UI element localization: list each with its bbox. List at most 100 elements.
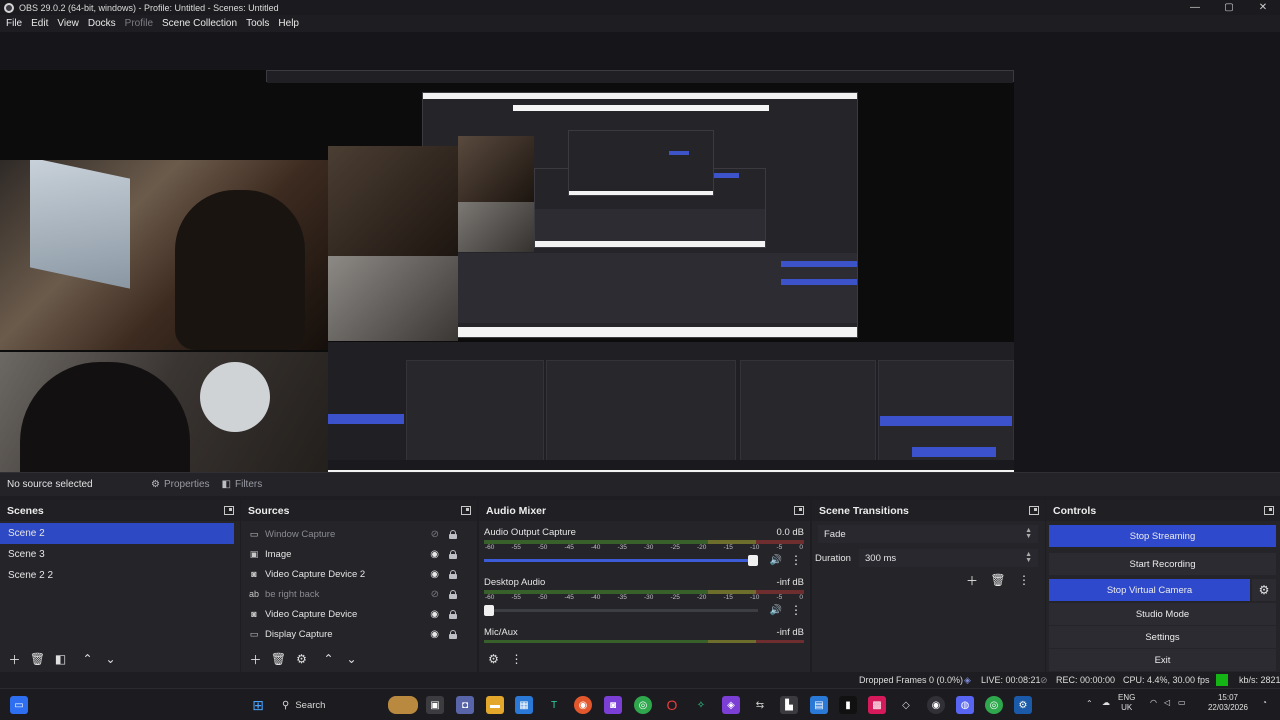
chat-icon[interactable]: ◘ (456, 696, 474, 714)
keyboard-language[interactable]: ENG UK (1118, 693, 1135, 713)
weather-widget-icon[interactable] (388, 696, 418, 714)
store-icon[interactable]: ▦ (515, 696, 533, 714)
onedrive-icon[interactable]: ☁ (1102, 698, 1110, 708)
tray-chevron-icon[interactable]: ⌃ (1086, 699, 1093, 709)
scene-item[interactable]: Scene 2 (0, 523, 234, 544)
task-view-icon[interactable]: ▣ (426, 696, 444, 714)
source-item[interactable]: ▣ Image ◉ (241, 544, 477, 564)
remove-scene-button[interactable]: 🗑 (27, 650, 48, 668)
notification-bell-icon[interactable]: ◔ (1262, 698, 1267, 708)
opera-icon[interactable]: O (663, 696, 681, 714)
clock[interactable]: 15:07 22/03/2026 (1200, 693, 1256, 713)
exit-button[interactable]: Exit (1049, 649, 1276, 671)
source-item[interactable]: ◙ Video Capture Device ◉ (241, 604, 477, 624)
chrome-icon-2[interactable]: ◎ (985, 696, 1003, 714)
source-item[interactable]: ◙ Video Capture Device 2 ◉ (241, 564, 477, 584)
app-pink-icon[interactable]: ▩ (868, 696, 886, 714)
stop-virtual-camera-button[interactable]: Stop Virtual Camera (1049, 579, 1250, 601)
transition-select[interactable]: Fade ▲ ▼ (818, 525, 1038, 543)
channel-menu-icon[interactable]: ⋮ (788, 553, 804, 567)
chrome-icon[interactable]: ◎ (634, 696, 652, 714)
app-diamond-icon[interactable]: ✧ (692, 696, 710, 714)
close-button[interactable]: ✕ (1246, 0, 1280, 15)
lock-icon[interactable] (449, 569, 457, 579)
move-down-button[interactable]: ⌄ (341, 650, 362, 668)
scene-item[interactable]: Scene 2 2 (0, 565, 240, 586)
add-scene-button[interactable]: ＋ (4, 650, 25, 668)
lock-icon[interactable] (449, 629, 457, 639)
app-t-icon[interactable]: T (545, 696, 563, 714)
minimize-button[interactable]: — (1178, 0, 1212, 15)
move-down-button[interactable]: ⌄ (100, 650, 121, 668)
settings-button[interactable]: Settings (1049, 626, 1276, 648)
eye-icon[interactable]: ◉ (430, 609, 439, 620)
filters-button[interactable]: ◧ Filters (216, 476, 269, 494)
properties-button[interactable]: ⚙ Properties (145, 476, 216, 494)
mixer-menu-icon[interactable]: ⋮ (506, 650, 527, 668)
speaker-icon[interactable]: 🔊 (768, 605, 784, 616)
eye-icon[interactable]: ◉ (430, 629, 439, 640)
transition-menu-icon[interactable]: ⋮ (1013, 572, 1035, 588)
scene-filters-button[interactable]: ◧ (50, 650, 71, 668)
steam-icon[interactable]: ⚙ (1014, 696, 1032, 714)
wifi-icon[interactable]: ◠ (1150, 698, 1157, 708)
lock-icon[interactable] (449, 589, 457, 599)
remove-transition-button[interactable]: 🗑 (987, 572, 1009, 588)
eye-icon[interactable]: ◉ (430, 569, 439, 580)
menu-view[interactable]: View (53, 18, 83, 29)
menu-help[interactable]: Help (274, 18, 303, 29)
source-item[interactable]: ▭ Window Capture ⊘ (241, 524, 477, 544)
move-up-button[interactable]: ⌃ (318, 650, 339, 668)
obs-taskbar-icon[interactable]: ◉ (927, 696, 945, 714)
firefox-icon[interactable]: ◉ (574, 696, 592, 714)
volume-slider[interactable] (484, 604, 758, 616)
lock-icon[interactable] (449, 609, 457, 619)
app-box-icon[interactable]: ▙ (780, 696, 798, 714)
volume-slider[interactable] (484, 554, 758, 566)
duration-input[interactable]: 300 ms ▲ ▼ (859, 549, 1038, 567)
scene-item[interactable]: Scene 3 (0, 544, 240, 565)
channel-menu-icon[interactable]: ⋮ (788, 603, 804, 617)
studio-mode-button[interactable]: Studio Mode (1049, 603, 1276, 625)
app-blue-icon[interactable]: ▤ (810, 696, 828, 714)
visibility-hidden-icon[interactable]: ⊘ (431, 529, 439, 540)
add-transition-button[interactable]: ＋ (961, 572, 983, 588)
spinner-icon[interactable]: ▲ ▼ (1025, 551, 1032, 564)
menu-docks[interactable]: Docks (84, 18, 120, 29)
source-properties-button[interactable]: ⚙ (291, 650, 312, 668)
stop-streaming-button[interactable]: Stop Streaming (1049, 525, 1276, 547)
advanced-audio-icon[interactable]: ⚙ (483, 650, 504, 668)
undock-icon[interactable] (1029, 506, 1039, 515)
source-item[interactable]: ▭ Display Capture ◉ (241, 624, 477, 644)
speaker-icon[interactable]: 🔊 (768, 555, 784, 566)
discord-icon[interactable]: ◍ (956, 696, 974, 714)
undock-icon[interactable] (461, 506, 471, 515)
menu-scene-collection[interactable]: Scene Collection (158, 18, 241, 29)
windows-start-icon[interactable]: ⊞ (249, 696, 267, 714)
virtual-camera-settings-icon[interactable]: ⚙ (1252, 579, 1276, 601)
undock-icon[interactable] (794, 506, 804, 515)
eye-icon[interactable]: ◉ (430, 549, 439, 560)
lock-icon[interactable] (449, 529, 457, 539)
menu-tools[interactable]: Tools (242, 18, 273, 29)
app-unity-icon[interactable]: ◇ (897, 696, 915, 714)
add-source-button[interactable]: ＋ (245, 650, 266, 668)
battery-icon[interactable]: ▭ (1178, 698, 1186, 708)
maximize-button[interactable]: ▢ (1212, 0, 1246, 15)
menu-profile[interactable]: Profile (121, 18, 157, 29)
app-shield-icon[interactable]: ◈ (722, 696, 740, 714)
source-item[interactable]: ab be right back ⊘ (241, 584, 477, 604)
volume-icon[interactable]: ◁ (1164, 698, 1170, 708)
twitch-icon[interactable]: ◙ (604, 696, 622, 714)
undock-icon[interactable] (1264, 506, 1274, 515)
menu-edit[interactable]: Edit (27, 18, 52, 29)
move-up-button[interactable]: ⌃ (77, 650, 98, 668)
app-dark-icon[interactable]: ▮ (839, 696, 857, 714)
remove-source-button[interactable]: 🗑 (268, 650, 289, 668)
lock-icon[interactable] (449, 549, 457, 559)
menu-file[interactable]: File (2, 18, 26, 29)
desktop-icon[interactable]: ▭ (10, 696, 28, 714)
file-explorer-icon[interactable]: ▬ (486, 696, 504, 714)
preview-area[interactable] (0, 32, 1280, 490)
undock-icon[interactable] (224, 506, 234, 515)
